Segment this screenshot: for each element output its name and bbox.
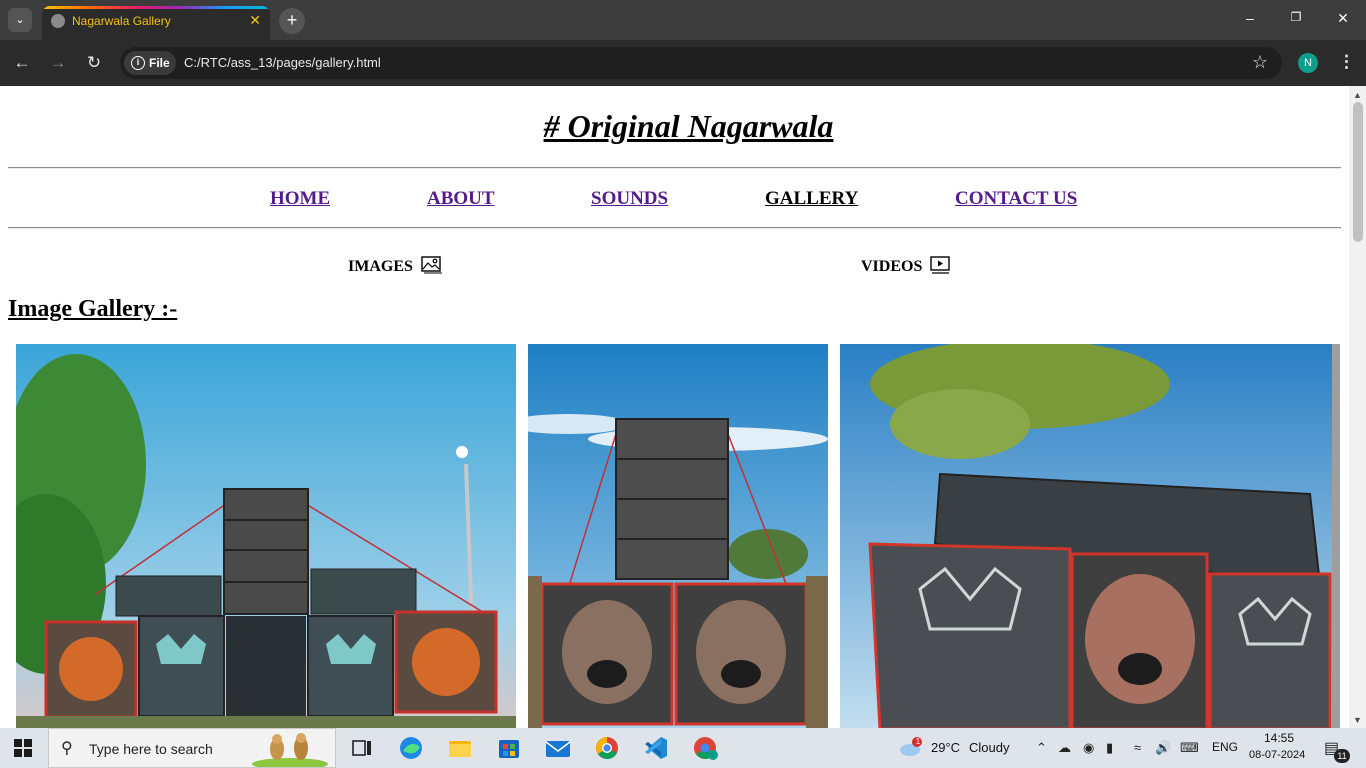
- sound-system-photo-2[interactable]: [528, 344, 828, 728]
- nav-link-about[interactable]: ABOUT: [427, 188, 495, 210]
- video-icon: [930, 256, 951, 274]
- nav-link-home[interactable]: HOME: [270, 188, 330, 210]
- tab-group-indicator: [42, 6, 270, 9]
- windows-start-icon[interactable]: [14, 739, 32, 757]
- mail-icon[interactable]: [541, 733, 575, 763]
- images-label: IMAGES: [348, 258, 413, 275]
- wifi-icon[interactable]: ≈: [1134, 740, 1141, 755]
- windows-taskbar: ⚲ Type here to search 1 29°C Cloudy ⌃ ☁ …: [0, 728, 1366, 768]
- photo-image: [840, 344, 1340, 728]
- meet-now-icon[interactable]: ◉: [1083, 740, 1094, 756]
- nav-link-gallery[interactable]: GALLERY: [765, 188, 858, 210]
- section-heading: Image Gallery :-: [8, 296, 178, 322]
- image-icon: [421, 256, 442, 274]
- microsoft-store-icon[interactable]: [492, 733, 526, 763]
- search-icon: ⚲: [61, 740, 73, 757]
- task-view-icon[interactable]: [345, 733, 379, 763]
- back-icon[interactable]: ←: [11, 52, 33, 74]
- sound-system-photo-1[interactable]: [16, 344, 516, 728]
- clock-date[interactable]: 08-07-2024: [1249, 749, 1305, 761]
- chrome-icon[interactable]: [590, 733, 624, 763]
- sound-system-photo-3[interactable]: [840, 344, 1340, 728]
- videos-label: VIDEOS: [861, 258, 923, 275]
- site-chip-label: File: [149, 56, 170, 70]
- tab-search-button[interactable]: ⌄: [8, 8, 32, 32]
- minimize-icon[interactable]: –: [1240, 10, 1260, 26]
- address-bar[interactable]: i File C:/RTC/ass_13/pages/gallery.html …: [120, 47, 1282, 79]
- file-explorer-icon[interactable]: [443, 733, 477, 763]
- page-scrollbar[interactable]: ▲ ▼: [1349, 86, 1366, 728]
- close-icon[interactable]: ✕: [1333, 10, 1353, 27]
- info-icon: i: [131, 56, 145, 70]
- keyboard-icon[interactable]: ⌨: [1180, 740, 1199, 756]
- search-placeholder: Type here to search: [89, 741, 213, 757]
- photo-image: [528, 344, 828, 728]
- divider: [8, 167, 1341, 169]
- new-tab-button[interactable]: +: [279, 8, 305, 34]
- bookmark-star-icon[interactable]: ☆: [1252, 52, 1268, 73]
- chevron-up-icon[interactable]: ⌃: [1036, 740, 1047, 756]
- clock-time[interactable]: 14:55: [1264, 731, 1294, 745]
- weather-temperature[interactable]: 29°C: [931, 740, 960, 755]
- chevron-down-icon: ⌄: [15, 14, 25, 26]
- scroll-up-icon[interactable]: ▲: [1353, 90, 1362, 100]
- browser-tab-strip: ⌄ Nagarwala Gallery ✕ + – ❐ ✕: [0, 0, 1366, 40]
- vscode-icon[interactable]: [639, 733, 673, 763]
- url-text[interactable]: C:/RTC/ass_13/pages/gallery.html: [184, 55, 381, 70]
- nav-link-sounds[interactable]: SOUNDS: [591, 188, 668, 210]
- battery-icon[interactable]: ▮: [1106, 740, 1113, 756]
- reload-icon[interactable]: ↻: [83, 52, 105, 74]
- taskbar-search-box[interactable]: ⚲ Type here to search: [48, 728, 336, 768]
- chrome-profile-icon[interactable]: [688, 733, 722, 763]
- search-highlight-illustration: [252, 733, 328, 767]
- weather-description[interactable]: Cloudy: [969, 740, 1009, 755]
- notification-count-badge: 11: [1334, 749, 1350, 763]
- browser-tab[interactable]: Nagarwala Gallery ✕: [42, 6, 270, 40]
- tab-close-button[interactable]: ✕: [249, 12, 261, 29]
- site-info-chip[interactable]: i File: [124, 51, 176, 75]
- weather-badge: 1: [915, 737, 921, 746]
- globe-icon: [51, 14, 65, 28]
- nav-link-contact[interactable]: CONTACT US: [955, 188, 1077, 210]
- forward-icon[interactable]: →: [47, 52, 69, 74]
- browser-toolbar: ← → ↻ i File C:/RTC/ass_13/pages/gallery…: [0, 40, 1366, 86]
- divider: [8, 227, 1341, 229]
- edge-browser-icon[interactable]: [394, 733, 428, 763]
- tab-title: Nagarwala Gallery: [72, 14, 171, 28]
- onedrive-cloud-icon[interactable]: ☁: [1058, 740, 1071, 756]
- page-viewport: # Original Nagarwala HOME ABOUT SOUNDS G…: [0, 86, 1366, 728]
- scroll-down-icon[interactable]: ▼: [1353, 715, 1362, 725]
- profile-avatar[interactable]: N: [1298, 53, 1318, 73]
- volume-icon[interactable]: 🔊: [1155, 740, 1171, 756]
- browser-menu-icon[interactable]: ⋮: [1338, 52, 1355, 72]
- images-link[interactable]: IMAGES: [348, 256, 443, 276]
- videos-link[interactable]: VIDEOS: [861, 256, 952, 276]
- language-indicator[interactable]: ENG: [1212, 740, 1238, 754]
- restore-icon[interactable]: ❐: [1286, 10, 1306, 24]
- scroll-thumb[interactable]: [1353, 102, 1363, 242]
- photo-image: [16, 344, 516, 728]
- page-title: # Original Nagarwala: [543, 108, 834, 144]
